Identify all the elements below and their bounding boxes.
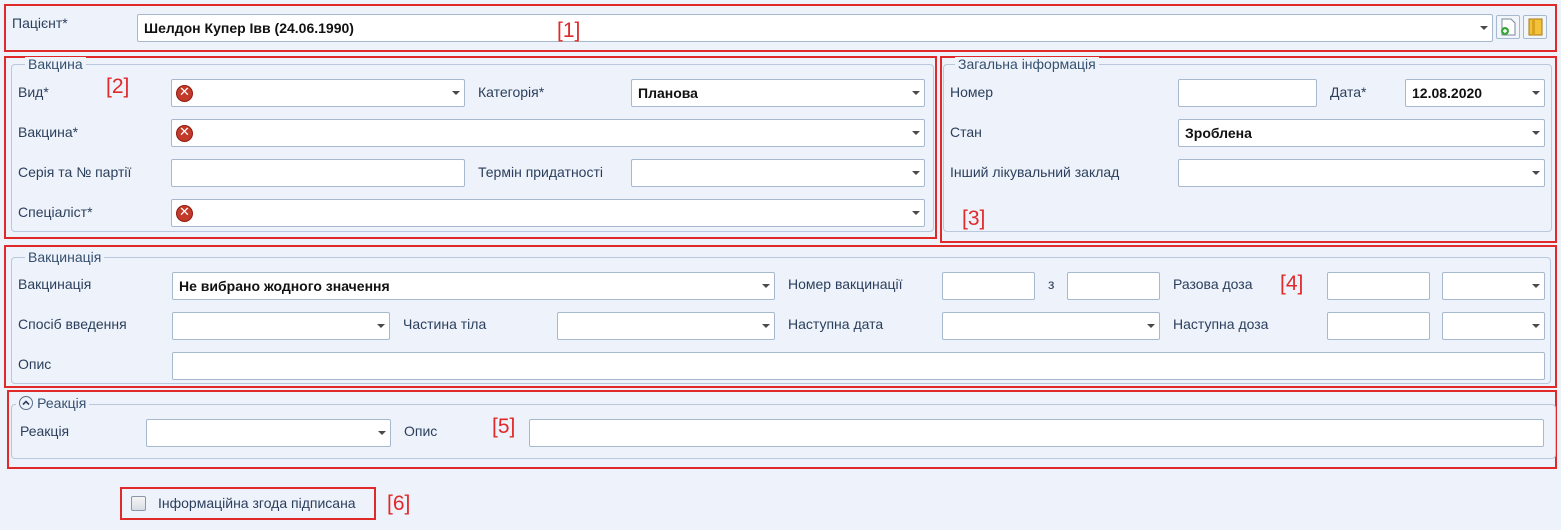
vaccination-description-label: Опис [18,356,52,372]
vaccine-name-dropdown[interactable]: ✕ [171,119,925,147]
chevron-down-icon[interactable] [378,431,386,435]
expiry-label: Термін придатності [478,164,603,180]
consent-checkbox[interactable] [131,496,146,511]
reaction-label: Реакція [20,423,70,439]
patient-label: Пацієнт* [12,15,68,31]
body-part-label: Частина тіла [403,316,487,332]
chevron-down-icon[interactable] [452,91,460,95]
state-dropdown[interactable]: Зроблена [1178,119,1545,147]
other-facility-dropdown[interactable] [1178,159,1545,187]
vaccine-legend: Вакцина [25,57,86,71]
next-date-picker[interactable] [942,312,1160,340]
date-label: Дата* [1330,84,1367,100]
vaccine-name-label: Вакцина* [18,124,79,140]
of-label: з [1048,276,1055,292]
chevron-down-icon[interactable] [912,131,920,135]
vaccination-label: Вакцинація [18,276,92,292]
method-dropdown[interactable] [172,312,390,340]
state-label: Стан [950,124,982,140]
chevron-down-icon[interactable] [1532,284,1540,288]
reaction-legend-area: Реакція [16,395,90,412]
category-dropdown[interactable]: Планова [631,79,925,107]
book-icon[interactable] [1523,15,1547,39]
chevron-down-icon[interactable] [1147,324,1155,328]
vaccination-description-input[interactable] [172,352,1545,380]
single-dose-label: Разова доза [1173,276,1253,292]
vaccine-kind-dropdown[interactable]: ✕ [171,79,465,107]
vaccination-number-input[interactable] [942,272,1035,300]
date-picker[interactable]: 12.08.2020 [1405,79,1545,107]
chevron-down-icon[interactable] [1532,131,1540,135]
error-icon: ✕ [176,85,193,102]
specialist-dropdown[interactable]: ✕ [171,199,925,227]
series-input[interactable] [171,159,465,187]
next-date-label: Наступна дата [788,316,884,332]
single-dose-unit-dropdown[interactable] [1442,272,1545,300]
chevron-down-icon[interactable] [1532,171,1540,175]
vaccination-dropdown[interactable]: Не вибрано жодного значення [172,272,775,300]
chevron-down-icon[interactable] [762,284,770,288]
category-label: Категорія* [478,84,545,100]
add-document-icon[interactable] [1496,15,1520,39]
chevron-down-icon[interactable] [1480,26,1488,30]
section-marker-2: [2] [106,75,130,98]
chevron-down-icon[interactable] [912,211,920,215]
date-value: 12.08.2020 [1412,85,1483,101]
error-icon: ✕ [176,205,193,222]
body-part-dropdown[interactable] [557,312,775,340]
vaccine-kind-label: Вид* [18,84,49,100]
section-marker-3: [3] [962,207,986,230]
error-icon: ✕ [176,125,193,142]
vaccination-legend: Вакцинація [25,250,105,264]
next-dose-input[interactable] [1327,312,1430,340]
single-dose-input[interactable] [1327,272,1430,300]
next-dose-unit-dropdown[interactable] [1442,312,1545,340]
chevron-down-icon[interactable] [762,324,770,328]
section-marker-4: [4] [1280,272,1304,295]
general-info-legend: Загальна інформація [955,57,1099,71]
section-marker-1: [1] [557,19,581,42]
other-facility-label: Інший лікувальний заклад [950,164,1120,180]
reaction-legend: Реакція [37,395,87,411]
number-label: Номер [950,84,994,100]
category-value: Планова [638,85,698,101]
section-marker-6: [6] [387,492,411,515]
specialist-label: Спеціаліст* [18,204,93,220]
chevron-up-icon[interactable] [19,396,33,410]
series-label: Серія та № партії [18,164,132,180]
chevron-down-icon[interactable] [1532,324,1540,328]
section-marker-5: [5] [492,415,516,438]
chevron-down-icon[interactable] [1532,91,1540,95]
next-dose-label: Наступна доза [1173,316,1269,332]
number-input[interactable] [1178,79,1317,107]
chevron-down-icon[interactable] [912,91,920,95]
chevron-down-icon[interactable] [377,324,385,328]
method-label: Спосіб введення [18,316,127,332]
chevron-down-icon[interactable] [912,171,920,175]
of-input[interactable] [1067,272,1160,300]
vaccination-value: Не вибрано жодного значення [179,278,390,294]
reaction-description-input[interactable] [529,419,1544,447]
consent-label[interactable]: Інформаційна згода підписана [158,495,356,511]
patient-value: Шелдон Купер Івв (24.06.1990) [144,20,354,36]
expiry-dropdown[interactable] [631,159,925,187]
state-value: Зроблена [1185,125,1252,141]
vaccination-number-label: Номер вакцинації [788,276,903,292]
reaction-description-label: Опис [404,423,438,439]
patient-dropdown[interactable]: Шелдон Купер Івв (24.06.1990) [137,14,1493,42]
reaction-dropdown[interactable] [146,419,391,447]
